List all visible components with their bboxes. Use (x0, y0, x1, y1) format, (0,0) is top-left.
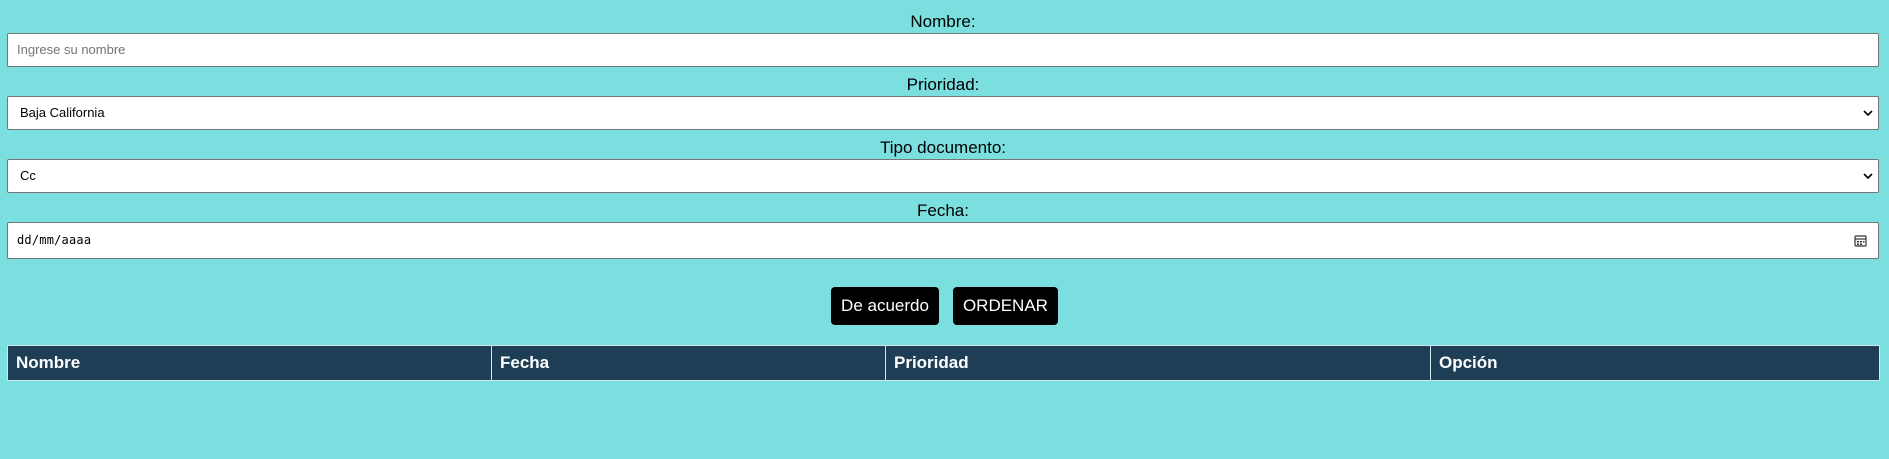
chevron-down-icon (1863, 173, 1873, 180)
fecha-input[interactable]: dd/mm/aaaa (7, 222, 1879, 259)
ordenar-button[interactable]: ORDENAR (952, 287, 1058, 325)
table-header-row: Nombre Fecha Prioridad Opción (7, 345, 1880, 381)
fecha-placeholder: dd/mm/aaaa (17, 233, 92, 247)
column-header-nombre: Nombre (7, 345, 492, 381)
prioridad-label: Prioridad: (906, 75, 980, 94)
button-row: De acuerdo ORDENAR (0, 287, 1889, 325)
nombre-input[interactable]: Ingrese su nombre (7, 33, 1879, 67)
prioridad-select[interactable]: Baja California (7, 96, 1879, 130)
fecha-label: Fecha: (917, 201, 969, 220)
nombre-label: Nombre: (910, 12, 976, 31)
tipo-documento-selected-value: Cc (20, 168, 36, 183)
tipo-documento-label: Tipo documento: (880, 138, 1006, 157)
task-form: Nombre: Ingrese su nombre Prioridad: Baj… (7, 0, 1879, 259)
nombre-placeholder: Ingrese su nombre (17, 42, 126, 57)
column-header-fecha: Fecha (491, 345, 886, 381)
column-header-prioridad: Prioridad (885, 345, 1431, 381)
de-acuerdo-button[interactable]: De acuerdo (831, 287, 939, 325)
calendar-icon[interactable] (1854, 234, 1867, 247)
prioridad-selected-value: Baja California (20, 105, 105, 120)
column-header-opcion: Opción (1430, 345, 1880, 381)
chevron-down-icon (1863, 110, 1873, 117)
tipo-documento-select[interactable]: Cc (7, 159, 1879, 193)
tasks-table: Nombre Fecha Prioridad Opción (7, 345, 1880, 381)
